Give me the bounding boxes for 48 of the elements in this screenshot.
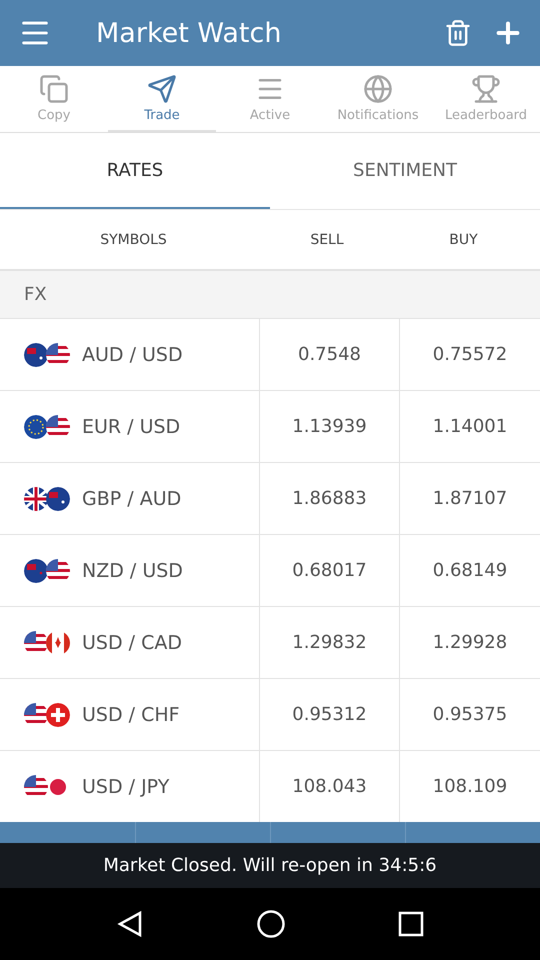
symbol-text: USD / CAD bbox=[82, 632, 182, 654]
buy-price: 1.29928 bbox=[399, 607, 540, 678]
sell-price: 1.86883 bbox=[259, 463, 399, 534]
flag-icon bbox=[46, 486, 70, 510]
toast-message: Market Closed. Will re-open in 34:5:6 bbox=[103, 855, 437, 876]
flag-icon bbox=[24, 486, 48, 510]
symbol-text: GBP / AUD bbox=[82, 488, 182, 510]
copy-icon bbox=[39, 74, 69, 104]
paper-plane-icon bbox=[147, 74, 177, 104]
buy-price: 0.75572 bbox=[399, 319, 540, 390]
symbol-text: EUR / USD bbox=[82, 416, 180, 438]
symbol-text: USD / CHF bbox=[82, 704, 180, 726]
column-header: SELL bbox=[309, 232, 345, 248]
sell-price: 1.29832 bbox=[259, 607, 399, 678]
trophy-icon bbox=[471, 74, 501, 104]
column-header: SYMBOLS bbox=[99, 232, 168, 248]
sell-price: 0.68017 bbox=[259, 535, 399, 606]
rate-row[interactable]: AUD / USD 0.7548 0.75572 bbox=[0, 319, 540, 391]
rate-row[interactable]: GBP / AUD 1.86883 1.87107 bbox=[0, 463, 540, 535]
buy-price: 0.95375 bbox=[399, 679, 540, 750]
symbol-text: AUD / USD bbox=[82, 344, 183, 366]
recents-icon[interactable] bbox=[398, 911, 424, 937]
flag-icon bbox=[46, 702, 70, 726]
buy-price: 1.87107 bbox=[399, 463, 540, 534]
column-header: BUY bbox=[448, 232, 479, 248]
symbol-text: USD / JPY bbox=[82, 776, 170, 798]
rate-row[interactable]: USD / CAD 1.29832 1.29928 bbox=[0, 607, 540, 679]
home-icon[interactable] bbox=[256, 909, 286, 939]
flag-icon bbox=[24, 342, 48, 366]
symbol-text: NZD / USD bbox=[82, 560, 183, 582]
back-icon[interactable] bbox=[116, 910, 144, 938]
buy-price: 1.14001 bbox=[399, 391, 540, 462]
sell-price: 0.7548 bbox=[259, 319, 399, 390]
globe-icon bbox=[363, 74, 393, 104]
flag-icon bbox=[46, 630, 70, 654]
buy-price: 0.68149 bbox=[399, 535, 540, 606]
view-tab[interactable]: RATES bbox=[0, 133, 270, 209]
nav-tab[interactable]: Trade bbox=[108, 66, 216, 132]
sell-price: 0.95312 bbox=[259, 679, 399, 750]
view-tab[interactable]: SENTIMENT bbox=[270, 133, 540, 209]
flag-icon bbox=[24, 414, 48, 438]
rate-row[interactable]: EUR / USD 1.13939 1.14001 bbox=[0, 391, 540, 463]
section-title: FX bbox=[24, 284, 47, 305]
rate-row[interactable]: NZD / USD 0.68017 0.68149 bbox=[0, 535, 540, 607]
app-title: Market Watch bbox=[96, 18, 282, 48]
flag-icon bbox=[24, 558, 48, 582]
rate-row[interactable]: USD / CHF 0.95312 0.95375 bbox=[0, 679, 540, 751]
sell-price: 1.13939 bbox=[259, 391, 399, 462]
